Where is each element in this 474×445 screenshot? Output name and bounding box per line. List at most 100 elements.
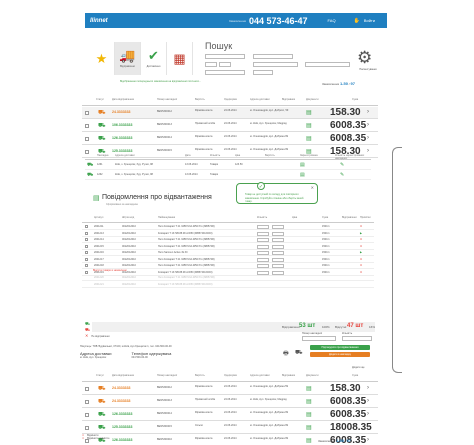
item-checkbox[interactable] [85,238,88,241]
table-row[interactable]: ⛟ 24.3333333 BEN5300012 Фірмова кошта 24.06.… [82,107,378,119]
order-code[interactable]: 106.3333333 [112,123,132,127]
chevron-right-icon[interactable]: › [367,122,369,128]
row-checkbox[interactable] [85,400,89,404]
column-header[interactable]: Документи [306,98,319,101]
sub-table-row[interactable]: ⛟ 1262 Київ, з. Хрещатик, буд. Ручки, 98 13… [85,171,371,180]
faq-link[interactable]: FAQ [328,18,336,23]
row-checkbox[interactable] [85,124,89,128]
item-checkbox[interactable] [85,244,88,248]
qty-input[interactable] [342,336,372,341]
column-header[interactable]: Сума [352,374,358,377]
chevron-right-icon[interactable]: › [367,398,369,404]
column-header[interactable]: Сума [352,98,358,101]
add-more-link[interactable]: Додати ще [352,366,365,369]
row-checkbox[interactable] [85,426,89,430]
column-header[interactable]: Адреса доставки [250,374,270,377]
column-header[interactable]: Відправник [282,98,295,101]
column-header[interactable]: Номер накладної [157,374,177,377]
edit-icon[interactable]: ✎ [340,172,344,178]
row-checkbox[interactable] [85,137,89,141]
filter-sender[interactable] [305,62,350,67]
order-code[interactable]: 24.3333333 [112,110,131,114]
status-tab-0[interactable]: ★ [89,42,115,75]
order-code[interactable]: 126.3333333 [112,136,132,140]
document-icon[interactable]: ▤ [306,109,312,116]
item-row[interactable]: 2001214 0012012010 Hero Fotoapart T 21 345… [82,237,374,243]
item-row[interactable]: 2001213 0012012010 Fotoapart T 1K 58038 Мт… [82,231,374,237]
row-checkbox[interactable] [85,387,89,391]
order-code[interactable]: 125.3333333 [112,425,132,429]
chevron-right-icon[interactable]: › [367,135,369,141]
qty-input-2[interactable] [272,225,284,229]
table-row[interactable]: ⛟ 106.3333333 BEN5300013 Приватний особа 24.… [82,120,378,132]
column-header[interactable]: Адреса доставки [250,98,270,101]
column-header[interactable]: Вартість [195,374,205,377]
row-checkbox[interactable] [85,413,89,417]
table-row[interactable]: ⛟ 126.3333333 BEN5300014 Фірмова кошта 24.06… [82,409,378,421]
order-code[interactable]: 24.3333333 [112,399,131,403]
qty-input-2[interactable] [272,264,284,268]
qty-input-2[interactable] [272,270,284,275]
chevron-right-icon[interactable]: › [367,424,369,430]
filter-sum[interactable] [253,70,273,75]
column-header[interactable]: Відправник [282,374,295,377]
qty-input[interactable] [257,231,269,236]
add-to-invoice-button[interactable]: Додати в накладну [310,352,370,357]
item-checkbox[interactable] [85,264,88,267]
column-header[interactable]: Одержувач [224,98,237,101]
pager-current-bottom[interactable]: 1-50 [336,438,344,443]
column-header[interactable]: Одержувач [224,374,237,377]
chevron-right-icon[interactable]: › [367,411,369,417]
order-code[interactable]: 126.3333333 [112,438,132,442]
qty-input-2[interactable] [272,251,284,255]
qty-input[interactable] [257,244,269,249]
document-icon[interactable]: ▤ [306,122,312,129]
document-icon[interactable]: ▤ [306,437,312,444]
filter-status[interactable] [205,54,245,59]
qty-input-2[interactable] [272,244,284,249]
sub-table-row[interactable]: ⛟ 1261 Київ, з. Хрещатик, буд. Ручки, 98 13… [85,161,371,170]
row-checkbox[interactable] [85,111,89,115]
invoice-input[interactable] [302,336,336,341]
document-icon[interactable]: ▤ [300,172,305,178]
filter-date-to[interactable] [219,62,231,67]
table-row[interactable]: ⛟ 24.3333333 BEN5300012 Фірмова кошта 24.06.… [82,383,378,395]
chevron-right-icon[interactable]: › [367,109,369,115]
filter-date-from[interactable] [205,62,217,67]
item-row[interactable]: 2001216 0012012010 Hero Samsun Active 3k 3… [82,250,374,256]
item-checkbox[interactable] [85,231,88,235]
pager-total-bottom[interactable]: 97 [346,438,350,443]
column-header[interactable]: Статус [96,98,104,101]
column-header[interactable]: Вартість [195,98,205,101]
column-header[interactable]: Статус [96,374,104,377]
gear-icon[interactable]: ⚙ [357,48,372,68]
qty-input[interactable] [257,251,269,255]
status-tab-3[interactable]: ▦ [167,42,193,75]
item-checkbox[interactable] [85,257,88,261]
logout-link[interactable]: Вийти [364,18,375,23]
truck-icon[interactable]: ⛟ [295,349,303,357]
item-checkbox[interactable] [85,225,88,228]
pager-current[interactable]: 1-50 [340,81,348,86]
qty-input[interactable] [257,270,269,275]
filter-recipient[interactable] [253,54,293,59]
column-header[interactable]: Дата відправлення [112,374,134,377]
column-header[interactable]: Номер накладної [157,98,177,101]
qty-input[interactable] [257,225,269,229]
document-icon[interactable]: ▤ [306,424,312,431]
item-row[interactable]: 2001215 0012012010 Hero Fotoapart T 21 345… [82,244,374,250]
print-icon[interactable]: 🖶 [283,349,289,359]
chevron-right-icon[interactable]: › [367,437,369,443]
status-tab-1[interactable]: 🚚 Відправлено [115,42,141,75]
order-code[interactable]: 126.3333333 [112,412,132,416]
chevron-right-icon[interactable]: › [367,385,369,391]
item-checkbox[interactable] [85,270,88,274]
column-header[interactable]: Документи [306,374,319,377]
filter-invoice[interactable] [205,70,245,75]
document-icon[interactable]: ▤ [306,135,312,142]
filter-address[interactable] [253,62,298,67]
item-row[interactable]: 2001217 0012012010 Hero Fotoapart T 21 345… [82,257,374,263]
qty-input[interactable] [257,264,269,268]
table-row[interactable]: ⛟ 24.3333333 BEN5300013 Приватний особа 24.0… [82,396,378,408]
document-icon[interactable]: ▤ [306,411,312,418]
